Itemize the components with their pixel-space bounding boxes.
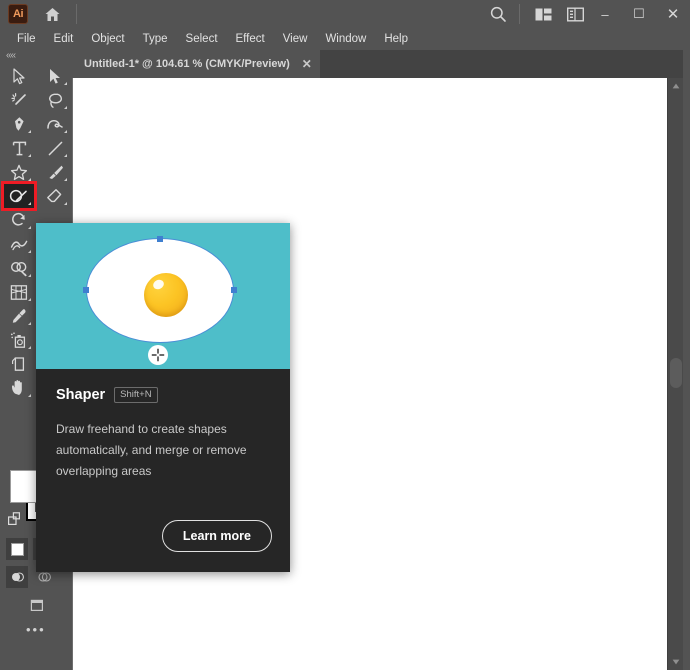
arrange-documents-icon[interactable] [530, 1, 556, 27]
tool-flyout-indicator [28, 346, 31, 349]
eyedropper-tool[interactable] [4, 304, 34, 328]
tooltip-actions: Learn more [162, 520, 272, 552]
anchor-point-top [157, 236, 163, 242]
perspective-grid-tool[interactable] [4, 280, 34, 304]
titlebar-right-group: – ☐ ✕ [485, 0, 690, 28]
anchor-point-right [231, 287, 237, 293]
tool-flyout-indicator [28, 154, 31, 157]
window-right-edge [683, 50, 690, 670]
menu-item-edit[interactable]: Edit [45, 28, 83, 50]
tooltip-shortcut-badge: Shift+N [114, 387, 157, 403]
panel-collapse-icon[interactable]: «« [0, 50, 72, 64]
scroll-up-arrow-icon[interactable] [668, 78, 684, 94]
document-tab-label: Untitled-1* @ 104.61 % (CMYK/Preview) [84, 58, 290, 70]
anchor-point-left [83, 287, 89, 293]
workspace-switcher-icon[interactable] [562, 1, 588, 27]
close-icon[interactable]: ✕ [302, 57, 312, 71]
menu-item-type[interactable]: Type [134, 28, 177, 50]
pen-tool[interactable] [4, 112, 34, 136]
tooltip-body: Shaper Shift+N Draw freehand to create s… [36, 369, 290, 482]
menu-item-view[interactable]: View [274, 28, 317, 50]
shape-tool[interactable] [4, 160, 34, 184]
menu-item-file[interactable]: File [8, 28, 45, 50]
scroll-down-arrow-icon[interactable] [668, 654, 684, 670]
tool-flyout-indicator [28, 274, 31, 277]
tool-flyout-indicator [64, 154, 67, 157]
maximize-button[interactable]: ☐ [622, 0, 656, 28]
tool-flyout-indicator [64, 130, 67, 133]
minimize-button[interactable]: – [588, 0, 622, 28]
tooltip-illustration [36, 223, 290, 369]
shape-builder-tool[interactable] [4, 256, 34, 280]
titlebar-divider [76, 4, 77, 24]
menu-item-select[interactable]: Select [177, 28, 227, 50]
illustrator-window: Ai [0, 0, 690, 670]
menu-item-help[interactable]: Help [375, 28, 417, 50]
tool-flyout-indicator [28, 130, 31, 133]
document-tab[interactable]: Untitled-1* @ 104.61 % (CMYK/Preview) ✕ [72, 50, 320, 78]
tool-flyout-indicator [64, 178, 67, 181]
rotate-tool[interactable] [4, 208, 34, 232]
type-tool[interactable] [4, 136, 34, 160]
tool-flyout-indicator [28, 202, 31, 205]
app-logo-icon: Ai [8, 4, 28, 24]
curvature-tool[interactable] [40, 112, 70, 136]
tooltip-header: Shaper Shift+N [56, 387, 270, 403]
color-mode-button[interactable] [6, 538, 28, 560]
tool-flyout-indicator [64, 106, 67, 109]
draw-normal-button[interactable] [6, 566, 28, 588]
menu-item-effect[interactable]: Effect [227, 28, 274, 50]
home-icon[interactable] [42, 4, 62, 24]
learn-more-button[interactable]: Learn more [162, 520, 272, 552]
vertical-scrollbar[interactable] [667, 78, 683, 670]
tool-flyout-indicator [64, 82, 67, 85]
hand-tool[interactable] [4, 376, 34, 400]
width-tool[interactable] [4, 232, 34, 256]
tooltip-title: Shaper [56, 387, 105, 403]
tool-flyout-indicator [28, 226, 31, 229]
move-cursor-icon [148, 345, 168, 365]
eraser-tool[interactable] [40, 184, 70, 208]
menu-bar: File Edit Object Type Select Effect View… [0, 28, 690, 50]
tool-flyout-indicator [64, 202, 67, 205]
swap-fill-stroke-icon[interactable] [8, 512, 24, 528]
document-tab-bar: Untitled-1* @ 104.61 % (CMYK/Preview) ✕ [72, 50, 690, 78]
tool-flyout-indicator [28, 394, 31, 397]
circle-shape [144, 273, 188, 317]
direct-selection-tool[interactable] [40, 64, 70, 88]
shaper-tool-tooltip: Shaper Shift+N Draw freehand to create s… [36, 223, 290, 572]
selection-tool[interactable] [4, 64, 34, 88]
tool-flyout-indicator [28, 178, 31, 181]
tool-flyout-indicator [28, 298, 31, 301]
paintbrush-tool[interactable] [40, 160, 70, 184]
tool-flyout-indicator [28, 250, 31, 253]
search-icon[interactable] [485, 1, 511, 27]
close-button[interactable]: ✕ [656, 0, 690, 28]
menu-item-object[interactable]: Object [82, 28, 133, 50]
titlebar-divider-2 [519, 4, 520, 24]
shaper-tool[interactable] [4, 184, 34, 208]
scrollbar-thumb[interactable] [670, 358, 682, 388]
magic-wand-tool[interactable] [4, 88, 34, 112]
tool-flyout-indicator [28, 322, 31, 325]
symbol-sprayer-tool[interactable] [4, 328, 34, 352]
artboard-tool[interactable] [4, 352, 34, 376]
tools-overflow-icon[interactable]: ••• [26, 622, 46, 637]
screen-mode-button[interactable] [26, 594, 48, 616]
menu-item-window[interactable]: Window [316, 28, 375, 50]
tooltip-description: Draw freehand to create shapes automatic… [56, 419, 268, 482]
lasso-tool[interactable] [40, 88, 70, 112]
title-bar: Ai [0, 0, 690, 28]
line-segment-tool[interactable] [40, 136, 70, 160]
